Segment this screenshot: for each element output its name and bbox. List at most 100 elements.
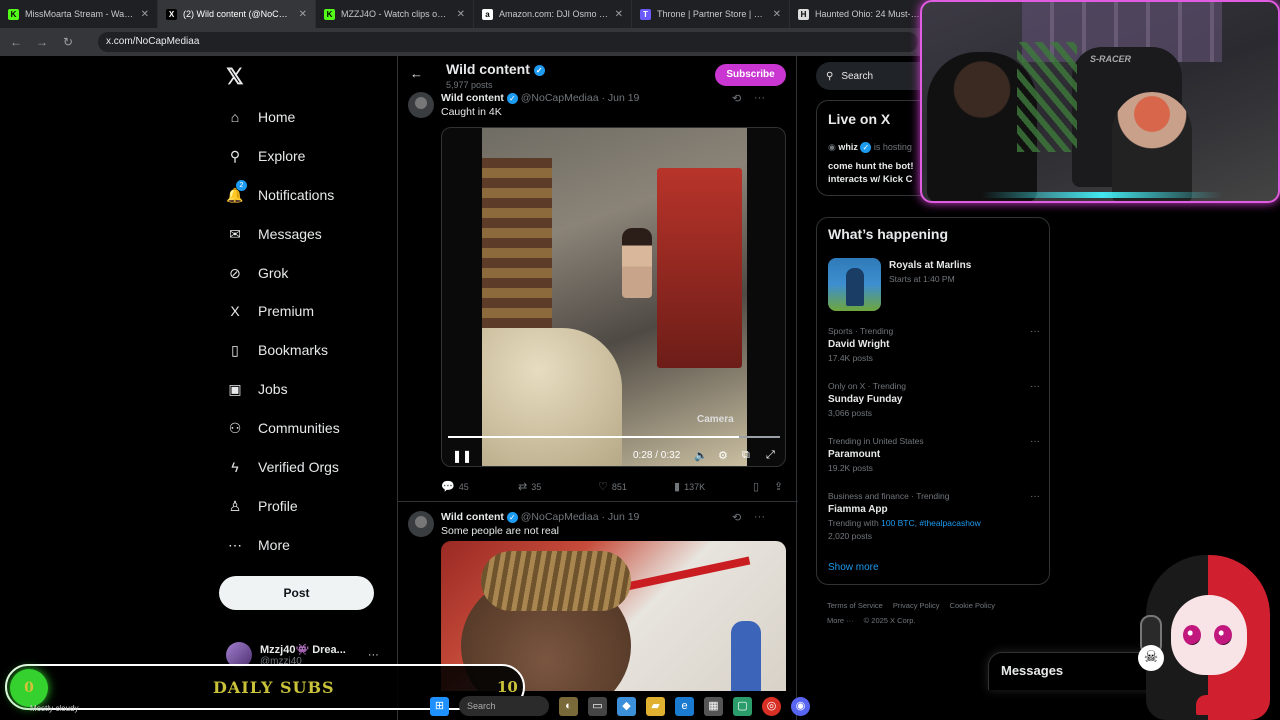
reply-button[interactable]: 💬 45: [441, 480, 469, 493]
widgets-icon[interactable]: ◐: [559, 696, 578, 716]
settings-gear-icon[interactable]: ⚙: [718, 449, 728, 462]
footer-link[interactable]: © 2025 X Corp.: [864, 616, 916, 625]
live-host-row[interactable]: ◉ whiz ✓ is hosting: [828, 142, 912, 154]
footer-link[interactable]: Terms of Service: [827, 601, 883, 610]
webcam-plant-shape: [1017, 42, 1077, 152]
video-person-shape: [622, 228, 652, 298]
repost-button[interactable]: ⇄ 35: [518, 480, 541, 493]
browser-tab[interactable]: T Throne | Partner Store | Browse ✕: [632, 0, 790, 28]
store-icon[interactable]: ▦: [704, 696, 723, 716]
close-icon[interactable]: ✕: [457, 9, 465, 20]
author-handle[interactable]: @NoCapMediaa · Jun 19: [521, 92, 640, 104]
trend-item[interactable]: Only on X · Trending Sunday Funday 3,066 …: [828, 381, 1040, 418]
back-arrow-icon[interactable]: ←: [410, 66, 423, 81]
volume-icon[interactable]: 🔈: [694, 449, 708, 462]
close-icon[interactable]: ✕: [141, 9, 149, 20]
webcam-glow-shape: [982, 192, 1222, 198]
taskbar-search[interactable]: Search: [459, 696, 549, 716]
video-background-person-shape: [731, 621, 761, 691]
nav-item-profile[interactable]: ♙ Profile: [226, 495, 298, 517]
nav-item-label: Profile: [258, 498, 298, 514]
event-name[interactable]: Royals at Marlins: [889, 260, 971, 271]
bookmark-icon[interactable]: ▯: [753, 480, 759, 493]
live-description[interactable]: come hunt the bot! interacts w/ Kick C: [828, 160, 928, 186]
chrome-icon[interactable]: ◎: [762, 696, 781, 716]
nav-item-verified-orgs[interactable]: ϟ Verified Orgs: [226, 456, 339, 478]
app-icon[interactable]: ▢: [733, 696, 752, 716]
nav-item-premium[interactable]: X Premium: [226, 300, 314, 322]
share-icon[interactable]: ⇪: [774, 480, 783, 493]
close-icon[interactable]: ✕: [773, 9, 781, 20]
author-name[interactable]: Wild content: [441, 92, 504, 104]
footer-link[interactable]: Privacy Policy: [893, 601, 940, 610]
fullscreen-icon[interactable]: ⤢: [766, 449, 775, 462]
search-input[interactable]: ⚲ Search: [816, 62, 936, 90]
browser-tab[interactable]: K MissMoarta Stream - Watch Live ✕: [0, 0, 158, 28]
nav-item-explore[interactable]: ⚲ Explore: [226, 145, 306, 167]
back-arrow-icon[interactable]: ←: [10, 35, 22, 49]
more-icon[interactable]: ···: [754, 92, 765, 104]
more-icon[interactable]: ···: [1030, 436, 1040, 447]
forward-arrow-icon[interactable]: →: [36, 35, 48, 49]
task-view-icon[interactable]: ▭: [588, 696, 607, 716]
tweet-header: Wild content ✓ @NoCapMediaa · Jun 19: [441, 92, 639, 104]
file-explorer-icon[interactable]: ▰: [646, 696, 665, 716]
author-handle[interactable]: @NoCapMediaa · Jun 19: [521, 511, 640, 523]
nav-item-label: Bookmarks: [258, 342, 329, 358]
x-logo-icon[interactable]: 𝕏: [226, 66, 248, 88]
avatar-eye-shape: [1183, 625, 1201, 645]
like-button[interactable]: ♡ 851: [598, 480, 627, 493]
avatar[interactable]: [408, 511, 434, 537]
browser-tab[interactable]: X (2) Wild content (@NoCapMediaa) ✕: [158, 0, 316, 28]
video-player[interactable]: Camera ❚❚ 0:28 / 0:32 🔈 ⚙ ⧉ ⤢: [441, 127, 786, 467]
edge-icon[interactable]: e: [675, 696, 694, 716]
trend-posts: 2,020 posts: [828, 531, 872, 541]
copilot-icon[interactable]: ◆: [617, 696, 636, 716]
avatar[interactable]: [408, 92, 434, 118]
more-icon[interactable]: ···: [754, 511, 765, 523]
more-icon[interactable]: ···: [1030, 491, 1040, 502]
more-icon[interactable]: ···: [1030, 326, 1040, 337]
author-name[interactable]: Wild content: [441, 511, 504, 523]
post-button[interactable]: Post: [219, 576, 374, 610]
browser-tab[interactable]: K MZZJ4O - Watch clips on Kick ✕: [316, 0, 474, 28]
close-icon[interactable]: ✕: [615, 9, 623, 20]
weather-text: Mostly cloudy: [30, 704, 79, 713]
nav-item-home[interactable]: ⌂ Home: [226, 106, 296, 128]
nav-item-notifications[interactable]: 🔔 Notifications 2: [226, 180, 334, 206]
live-host-name: whiz: [838, 142, 858, 152]
subscribe-button[interactable]: Subscribe: [715, 64, 786, 86]
nav-item-more[interactable]: ⋯ More: [226, 534, 290, 556]
more-icon[interactable]: ···: [368, 649, 379, 661]
pip-icon[interactable]: ⧉: [742, 449, 750, 462]
event-thumbnail[interactable]: [828, 258, 881, 311]
url-field[interactable]: x.com/NoCapMediaa: [98, 32, 918, 52]
browser-tab[interactable]: a Amazon.com: DJI Osmo Mobile ✕: [474, 0, 632, 28]
bar-chart-icon: ▮: [674, 481, 681, 493]
nav-item-communities[interactable]: ⚇ Communities: [226, 417, 340, 439]
nav-item-grok[interactable]: ⊘ Grok: [226, 262, 288, 284]
trend-item[interactable]: Business and finance · Trending Fiamma A…: [828, 491, 1040, 541]
trend-item[interactable]: Sports · Trending David Wright 17.4K post…: [828, 326, 1040, 363]
nav-item-messages[interactable]: ✉ Messages: [226, 223, 322, 245]
repost-status-icon: ⟲: [732, 93, 742, 105]
more-icon[interactable]: ···: [1030, 381, 1040, 392]
subs-label: DAILY SUBS: [213, 678, 335, 697]
nav-item-bookmarks[interactable]: ▯ Bookmarks: [226, 339, 328, 361]
views-button[interactable]: ▮ 137K: [674, 480, 705, 493]
trend-item[interactable]: Trending in United States Paramount 19.2K…: [828, 436, 1040, 473]
pause-icon[interactable]: ❚❚: [452, 449, 472, 463]
windows-start-icon[interactable]: ⊞: [430, 696, 449, 716]
video-progress-fill: [448, 436, 739, 438]
trend-with-links[interactable]: 100 BTC, #thealpacashow: [881, 518, 981, 528]
subs-count: 0: [10, 669, 48, 707]
footer-link[interactable]: More ···: [827, 616, 854, 625]
discord-icon[interactable]: ◉: [791, 696, 810, 716]
nav-item-jobs[interactable]: ▣ Jobs: [226, 378, 287, 400]
show-more-link[interactable]: Show more: [828, 562, 879, 573]
close-icon[interactable]: ✕: [299, 9, 307, 20]
tweet[interactable]: Wild content ✓ @NoCapMediaa · Jun 19 ⟲ ·…: [398, 92, 798, 538]
video-progress-bar[interactable]: [448, 436, 780, 438]
reload-icon[interactable]: ↻: [62, 35, 74, 49]
footer-link[interactable]: Cookie Policy: [950, 601, 995, 610]
